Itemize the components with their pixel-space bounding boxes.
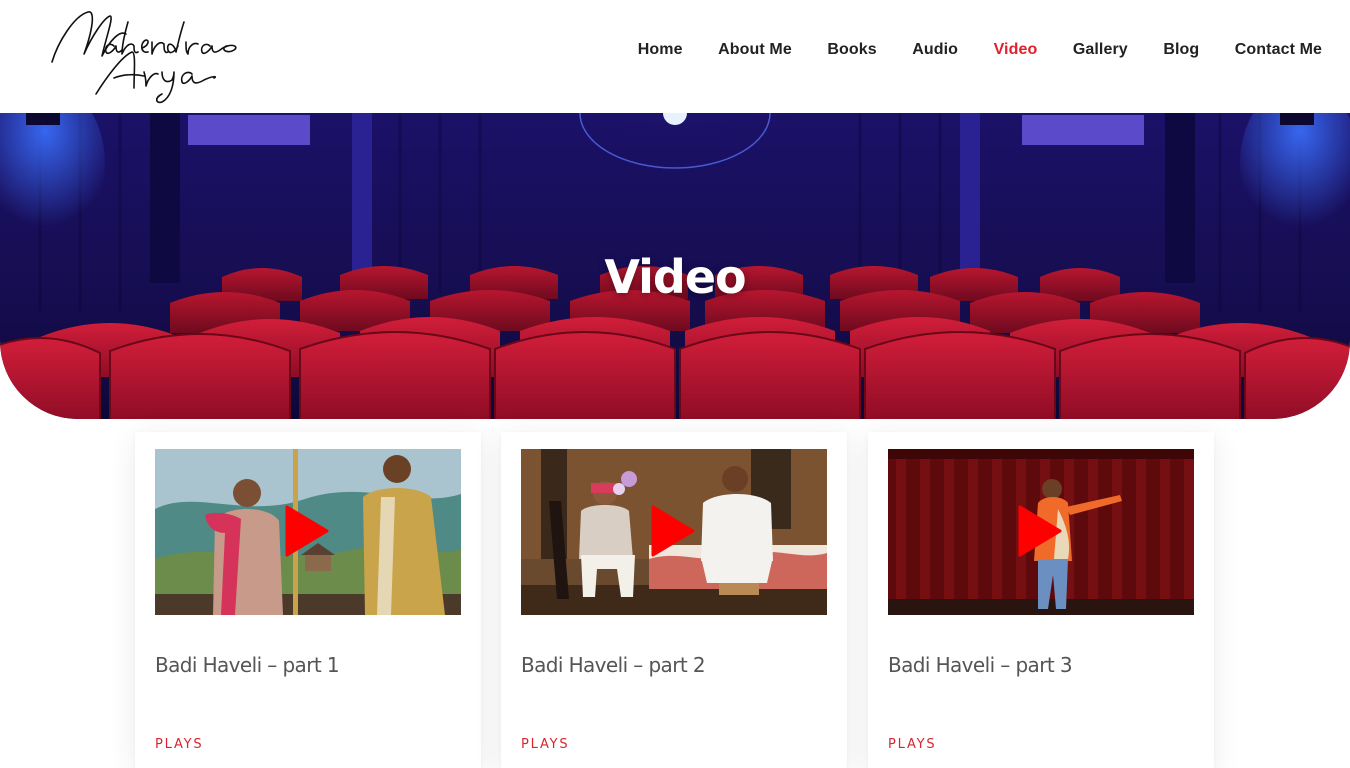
- video-card[interactable]: Badi Haveli – part 1 PLAYS: [135, 432, 481, 768]
- nav-video[interactable]: Video: [994, 41, 1038, 59]
- video-category[interactable]: PLAYS: [155, 737, 203, 752]
- video-thumbnail[interactable]: [888, 449, 1194, 615]
- video-category[interactable]: PLAYS: [888, 737, 936, 752]
- nav-contact-me[interactable]: Contact Me: [1235, 41, 1322, 59]
- hero-banner: Video: [0, 113, 1350, 419]
- site-logo[interactable]: Mahendra Arya: [44, 2, 244, 107]
- nav-gallery[interactable]: Gallery: [1073, 41, 1128, 59]
- play-icon[interactable]: [1018, 505, 1062, 557]
- page-title: Video: [604, 250, 746, 304]
- play-icon[interactable]: [651, 505, 695, 557]
- play-icon[interactable]: [285, 505, 329, 557]
- video-title[interactable]: Badi Haveli – part 2: [521, 653, 706, 677]
- main-nav: Home About Me Books Audio Video Gallery …: [602, 41, 1322, 59]
- nav-audio[interactable]: Audio: [912, 41, 958, 59]
- site-header: Mahendra Arya Home: [0, 0, 1350, 113]
- video-card[interactable]: Badi Haveli – part 3 PLAYS: [868, 432, 1214, 768]
- nav-blog[interactable]: Blog: [1163, 41, 1199, 59]
- nav-about-me[interactable]: About Me: [718, 41, 792, 59]
- signature-logo-icon: [51, 11, 237, 104]
- video-category[interactable]: PLAYS: [521, 737, 569, 752]
- video-title[interactable]: Badi Haveli – part 3: [888, 653, 1073, 677]
- video-thumbnail[interactable]: [155, 449, 461, 615]
- nav-books[interactable]: Books: [827, 41, 876, 59]
- video-thumbnail[interactable]: [521, 449, 827, 615]
- video-title[interactable]: Badi Haveli – part 1: [155, 653, 340, 677]
- video-grid: Badi Haveli – part 1 PLAYS Badi Haveli –…: [135, 432, 1215, 768]
- video-card[interactable]: Badi Haveli – part 2 PLAYS: [501, 432, 847, 768]
- nav-home[interactable]: Home: [638, 41, 683, 59]
